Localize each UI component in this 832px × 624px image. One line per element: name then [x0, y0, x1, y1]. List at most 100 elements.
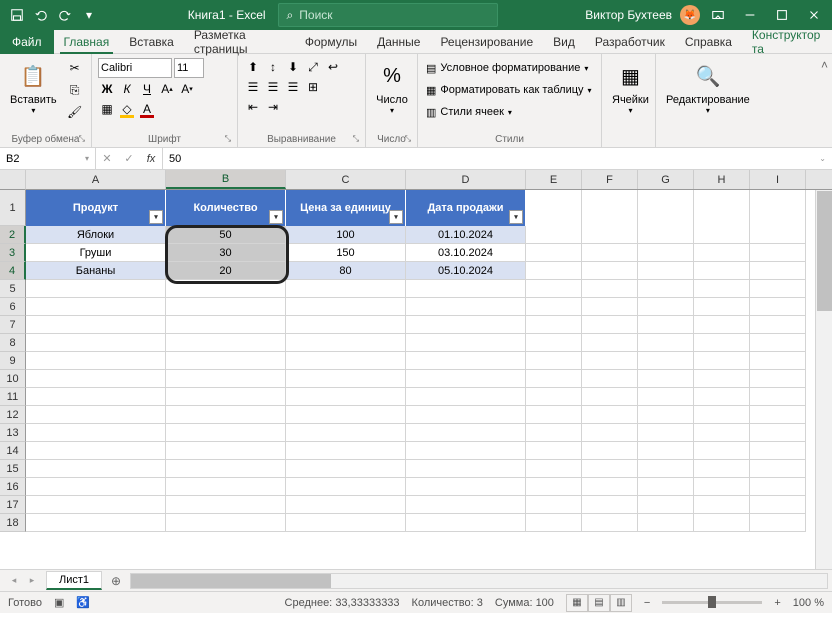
number-format-button[interactable]: % Число ▾ — [372, 58, 412, 117]
cell[interactable] — [406, 334, 526, 352]
cell[interactable] — [26, 352, 166, 370]
cell[interactable] — [694, 406, 750, 424]
col-header-A[interactable]: A — [26, 170, 166, 189]
cell[interactable]: 20 — [166, 262, 286, 280]
col-header-D[interactable]: D — [406, 170, 526, 189]
col-header-F[interactable]: F — [582, 170, 638, 189]
cell[interactable] — [406, 460, 526, 478]
cell[interactable]: 50 — [166, 226, 286, 244]
cell[interactable] — [694, 478, 750, 496]
cell[interactable] — [406, 442, 526, 460]
font-color-icon[interactable]: A — [138, 100, 156, 118]
fill-color-icon[interactable]: ◇ — [118, 100, 136, 118]
cell[interactable] — [406, 496, 526, 514]
col-header-E[interactable]: E — [526, 170, 582, 189]
cell[interactable] — [166, 406, 286, 424]
cell[interactable] — [694, 424, 750, 442]
cell[interactable] — [582, 442, 638, 460]
cell[interactable] — [26, 514, 166, 532]
cell[interactable] — [26, 406, 166, 424]
cell[interactable] — [166, 334, 286, 352]
cell[interactable] — [526, 496, 582, 514]
table-header-cell[interactable] — [526, 190, 582, 226]
cell[interactable] — [526, 424, 582, 442]
cell[interactable] — [750, 496, 806, 514]
cell[interactable]: 01.10.2024 — [406, 226, 526, 244]
formula-input[interactable] — [163, 153, 813, 165]
col-header-I[interactable]: I — [750, 170, 806, 189]
font-name-select[interactable] — [98, 58, 172, 78]
cell[interactable] — [638, 514, 694, 532]
cell[interactable] — [750, 298, 806, 316]
cell[interactable] — [694, 514, 750, 532]
cell[interactable] — [166, 460, 286, 478]
cell[interactable] — [166, 370, 286, 388]
tab-insert[interactable]: Вставка — [119, 30, 184, 54]
cell[interactable] — [526, 352, 582, 370]
cell[interactable] — [582, 370, 638, 388]
cell[interactable]: 150 — [286, 244, 406, 262]
cell[interactable] — [286, 316, 406, 334]
cell[interactable] — [694, 352, 750, 370]
cell[interactable] — [694, 496, 750, 514]
align-center-icon[interactable]: ☰ — [264, 78, 282, 96]
cell[interactable] — [526, 460, 582, 478]
filter-icon[interactable]: ▾ — [269, 210, 283, 224]
avatar[interactable]: 🦊 — [680, 5, 700, 25]
row-header-4[interactable]: 4 — [0, 262, 26, 280]
cell[interactable] — [406, 370, 526, 388]
tab-review[interactable]: Рецензирование — [430, 30, 543, 54]
filter-icon[interactable]: ▾ — [389, 210, 403, 224]
cell[interactable] — [166, 478, 286, 496]
cell[interactable] — [526, 478, 582, 496]
cell[interactable] — [638, 406, 694, 424]
cell[interactable] — [26, 388, 166, 406]
cell[interactable] — [166, 514, 286, 532]
scrollbar-horizontal[interactable] — [130, 573, 828, 589]
copy-icon[interactable]: ⎘ — [65, 80, 85, 100]
col-header-C[interactable]: C — [286, 170, 406, 189]
collapse-ribbon-icon[interactable]: ˄ — [817, 54, 832, 147]
cell[interactable] — [750, 280, 806, 298]
dialog-launcher-icon[interactable]: ⤡ — [353, 134, 359, 144]
table-header-cell[interactable]: Дата продажи▾ — [406, 190, 526, 226]
cut-icon[interactable]: ✂ — [65, 58, 85, 78]
paste-button[interactable]: 📋 Вставить ▾ — [6, 58, 61, 117]
row-header-13[interactable]: 13 — [0, 424, 26, 442]
tab-help[interactable]: Справка — [675, 30, 742, 54]
cell[interactable] — [582, 478, 638, 496]
row-header-7[interactable]: 7 — [0, 316, 26, 334]
maximize-icon[interactable] — [768, 1, 796, 29]
sheet-prev-icon[interactable]: ◂ — [6, 573, 22, 589]
cell[interactable] — [166, 316, 286, 334]
tab-view[interactable]: Вид — [543, 30, 585, 54]
col-header-G[interactable]: G — [638, 170, 694, 189]
cell[interactable] — [638, 262, 694, 280]
cell[interactable] — [286, 334, 406, 352]
cell[interactable] — [638, 388, 694, 406]
cell[interactable] — [26, 424, 166, 442]
indent-increase-icon[interactable]: ⇥ — [264, 98, 282, 116]
cell[interactable] — [166, 352, 286, 370]
row-header-5[interactable]: 5 — [0, 280, 26, 298]
cell[interactable] — [26, 478, 166, 496]
cell[interactable] — [582, 388, 638, 406]
cell[interactable] — [286, 406, 406, 424]
search-box[interactable]: ⌕ — [278, 3, 498, 27]
align-left-icon[interactable]: ☰ — [244, 78, 262, 96]
cell[interactable] — [638, 442, 694, 460]
table-header-cell[interactable] — [582, 190, 638, 226]
zoom-level[interactable]: 100 % — [793, 597, 824, 609]
cell[interactable] — [166, 442, 286, 460]
cell[interactable] — [582, 352, 638, 370]
cell[interactable] — [526, 442, 582, 460]
cell[interactable] — [638, 496, 694, 514]
save-icon[interactable] — [6, 4, 28, 26]
add-sheet-icon[interactable]: ⊕ — [106, 571, 126, 591]
cell[interactable] — [750, 370, 806, 388]
cell[interactable] — [526, 244, 582, 262]
row-header-2[interactable]: 2 — [0, 226, 26, 244]
cell[interactable] — [286, 280, 406, 298]
cell[interactable] — [750, 460, 806, 478]
cell[interactable]: 100 — [286, 226, 406, 244]
